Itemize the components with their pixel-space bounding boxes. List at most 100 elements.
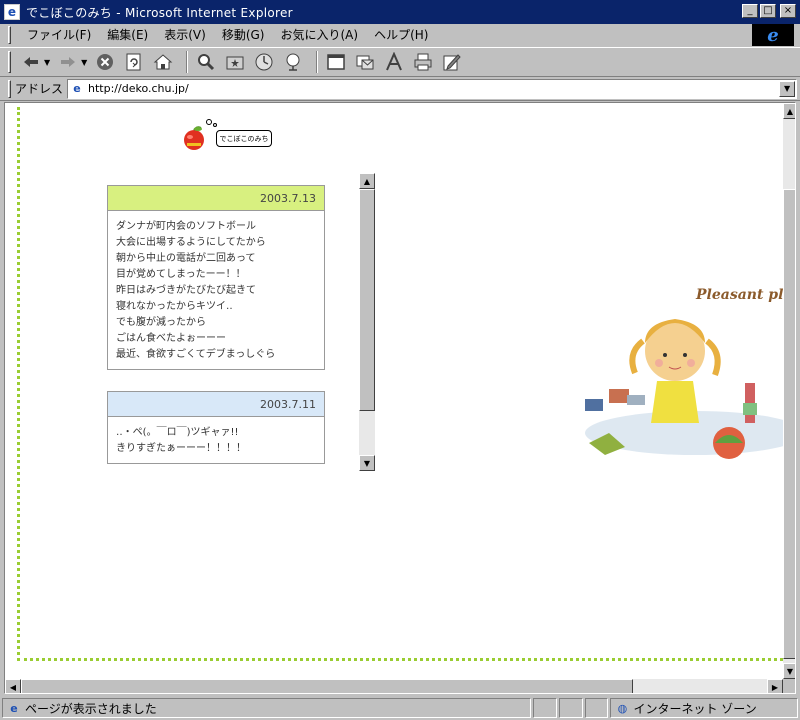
globe-icon: ◍ — [617, 701, 628, 715]
site-logo-text[interactable]: でこぼこのみち — [216, 130, 272, 147]
channels-button[interactable] — [281, 51, 305, 73]
scrollbar-corner — [783, 679, 795, 693]
font-icon — [386, 52, 403, 71]
address-bar: アドレス e http://deko.chu.jp/ ▼ — [0, 77, 800, 101]
chevron-up-icon: ▲ — [786, 106, 794, 116]
back-button[interactable] — [19, 51, 43, 73]
security-zone: インターネット ゾーン — [633, 701, 757, 716]
maximize-button[interactable]: □ — [760, 4, 776, 18]
standard-toolbar: ▼ ▼ — [0, 47, 800, 77]
scroll-thumb[interactable] — [783, 189, 795, 659]
search-button[interactable] — [194, 51, 218, 73]
menu-file[interactable]: ファイル(F) — [19, 26, 99, 44]
window-title: でこぼこのみち - Microsoft Internet Explorer — [26, 5, 293, 20]
search-icon — [198, 54, 215, 71]
chevron-down-icon: ▼ — [783, 84, 791, 93]
menu-bar: ファイル(F) 編集(E) 表示(V) 移動(G) お気に入り(A) ヘルプ(H… — [0, 24, 800, 46]
fullscreen-button[interactable] — [324, 51, 348, 73]
forward-button[interactable] — [56, 51, 80, 73]
stop-icon — [97, 54, 114, 70]
entry-line: きりすぎたぁーーー！！！！ — [116, 443, 246, 454]
stop-button[interactable] — [93, 51, 117, 73]
address-url[interactable]: http://deko.chu.jp/ — [88, 82, 189, 95]
scroll-up-button[interactable]: ▲ — [783, 103, 795, 119]
scroll-right-button[interactable]: ▶ — [767, 679, 783, 693]
scroll-left-button[interactable]: ◀ — [5, 679, 21, 693]
refresh-icon — [126, 53, 141, 71]
entry-body: ‥・ペ(。￣ロ￣)ツギャァ!! きりすぎたぁーーー！！！！ — [108, 417, 324, 463]
font-button[interactable] — [382, 51, 406, 73]
channels-icon — [286, 53, 300, 71]
entry-line: 朝から中止の電話が二回あって — [116, 253, 256, 264]
entry-line: ごはん食べたよぉーーー — [116, 333, 226, 344]
speech-bubble-dot — [206, 119, 212, 125]
address-input[interactable]: e http://deko.chu.jp/ ▼ — [67, 78, 798, 99]
menu-view[interactable]: 表示(V) — [156, 26, 214, 44]
page-icon: e — [73, 82, 81, 95]
home-button[interactable] — [151, 51, 175, 73]
entry-line: ダンナが町内会のソフトボール — [116, 221, 256, 232]
ie-throbber-logo: e — [752, 24, 794, 46]
toolbar-grip[interactable] — [8, 51, 11, 73]
speech-bubble-dot — [213, 123, 217, 127]
status-pane-empty — [532, 698, 557, 718]
entry-body: ダンナが町内会のソフトボール 大会に出場するようにしてたから 朝から中止の電話が… — [108, 211, 324, 369]
security-zone-pane[interactable]: ◍ インターネット ゾーン — [610, 698, 798, 718]
edit-button[interactable] — [440, 51, 464, 73]
minimize-button[interactable]: _ — [742, 4, 758, 18]
entry-date: 2003.7.11 — [108, 392, 324, 417]
chevron-left-icon: ◀ — [9, 682, 17, 692]
window-controls: _ □ × — [742, 4, 796, 18]
toolbar-separator — [316, 51, 319, 73]
entry-line: 目が覚めてしまったーー！！ — [116, 269, 246, 280]
address-label: アドレス — [15, 82, 64, 96]
scroll-thumb[interactable] — [21, 679, 633, 693]
chevron-down-icon: ▼ — [786, 666, 794, 676]
page-horizontal-scrollbar[interactable]: ◀ ▶ — [5, 679, 783, 693]
menu-edit[interactable]: 編集(E) — [99, 26, 156, 44]
status-bar: e ページが表示されました ◍ インターネット ゾーン — [0, 696, 800, 720]
page-vertical-scrollbar[interactable]: ▲ ▼ — [783, 103, 795, 679]
back-icon — [24, 57, 38, 67]
menu-grip[interactable] — [8, 26, 11, 44]
entry-line: 最近、食欲すごくてデブまっしぐら — [116, 349, 276, 360]
status-message-pane: e ページが表示されました — [2, 698, 531, 718]
menu-favorites[interactable]: お気に入り(A) — [272, 26, 366, 44]
chevron-up-icon: ▲ — [363, 176, 371, 186]
close-button[interactable]: × — [780, 4, 796, 18]
ie-page-icon[interactable]: e — [4, 4, 20, 20]
address-dropdown-button[interactable]: ▼ — [779, 80, 796, 97]
entry-line: 大会に出場するようにしてたから — [116, 237, 266, 248]
forward-dropdown-icon[interactable]: ▼ — [81, 58, 87, 67]
entry-line: 昨日はみづきがたびたび起きて — [116, 285, 256, 296]
favorites-button[interactable] — [223, 51, 247, 73]
refresh-button[interactable] — [122, 51, 146, 73]
toolbar-separator — [186, 51, 189, 73]
favorites-icon — [226, 56, 244, 70]
status-message: ページが表示されました — [25, 701, 157, 716]
scroll-thumb[interactable] — [359, 189, 375, 411]
ie-logo-icon: e — [767, 24, 779, 46]
mail-icon — [356, 55, 374, 70]
menu-go[interactable]: 移動(G) — [214, 26, 273, 44]
entry-date: 2003.7.13 — [108, 186, 324, 211]
page-viewport: でこぼこのみち 2003.7.13 ダンナが町内会のソフトボール 大会に出場する… — [4, 102, 796, 694]
history-icon — [255, 53, 273, 71]
page-done-icon: e — [10, 701, 18, 715]
scroll-up-button[interactable]: ▲ — [359, 173, 375, 189]
diary-scrollbar[interactable]: ▲ ▼ — [359, 173, 375, 471]
forward-icon — [61, 57, 76, 67]
scroll-down-button[interactable]: ▼ — [783, 663, 795, 679]
entry-line: でも腹が減ったから — [116, 317, 206, 328]
scroll-down-button[interactable]: ▼ — [359, 455, 375, 471]
title-bar: e でこぼこのみち - Microsoft Internet Explorer … — [0, 0, 800, 24]
print-button[interactable] — [411, 51, 435, 73]
menu-help[interactable]: ヘルプ(H) — [366, 26, 436, 44]
diary-entry: 2003.7.13 ダンナが町内会のソフトボール 大会に出場するようにしてたから… — [107, 185, 325, 370]
history-button[interactable] — [252, 51, 276, 73]
back-dropdown-icon[interactable]: ▼ — [44, 58, 50, 67]
edit-icon — [443, 54, 462, 71]
address-grip[interactable] — [8, 79, 11, 98]
chevron-right-icon: ▶ — [771, 682, 779, 692]
mail-button[interactable] — [353, 51, 377, 73]
